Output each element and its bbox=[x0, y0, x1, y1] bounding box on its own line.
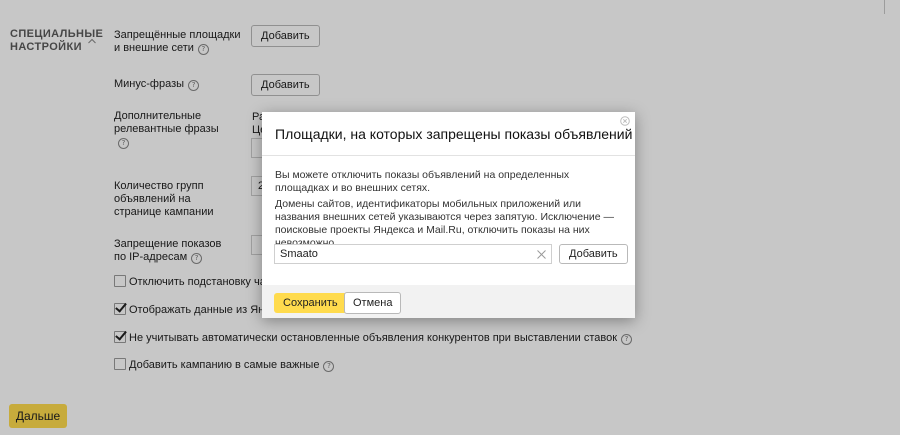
clear-icon[interactable] bbox=[537, 250, 546, 259]
close-icon[interactable] bbox=[620, 116, 630, 126]
domains-input[interactable]: Smaato bbox=[274, 244, 552, 264]
cancel-button[interactable]: Отмена bbox=[344, 292, 402, 314]
save-button[interactable]: Сохранить bbox=[274, 293, 347, 313]
domains-input-value: Smaato bbox=[280, 248, 318, 260]
add-domain-button[interactable]: Добавить bbox=[559, 244, 628, 264]
modal-title: Площадки, на которых запрещены показы об… bbox=[275, 126, 633, 142]
modal-hint: Домены сайтов, идентификаторы мобильных … bbox=[275, 198, 614, 249]
modal-description: Вы можете отключить показы объявлений на… bbox=[275, 169, 570, 194]
modal-divider bbox=[262, 155, 635, 156]
banned-sites-modal: Площадки, на которых запрещены показы об… bbox=[262, 112, 635, 318]
modal-footer: Сохранить Отмена bbox=[262, 285, 635, 318]
